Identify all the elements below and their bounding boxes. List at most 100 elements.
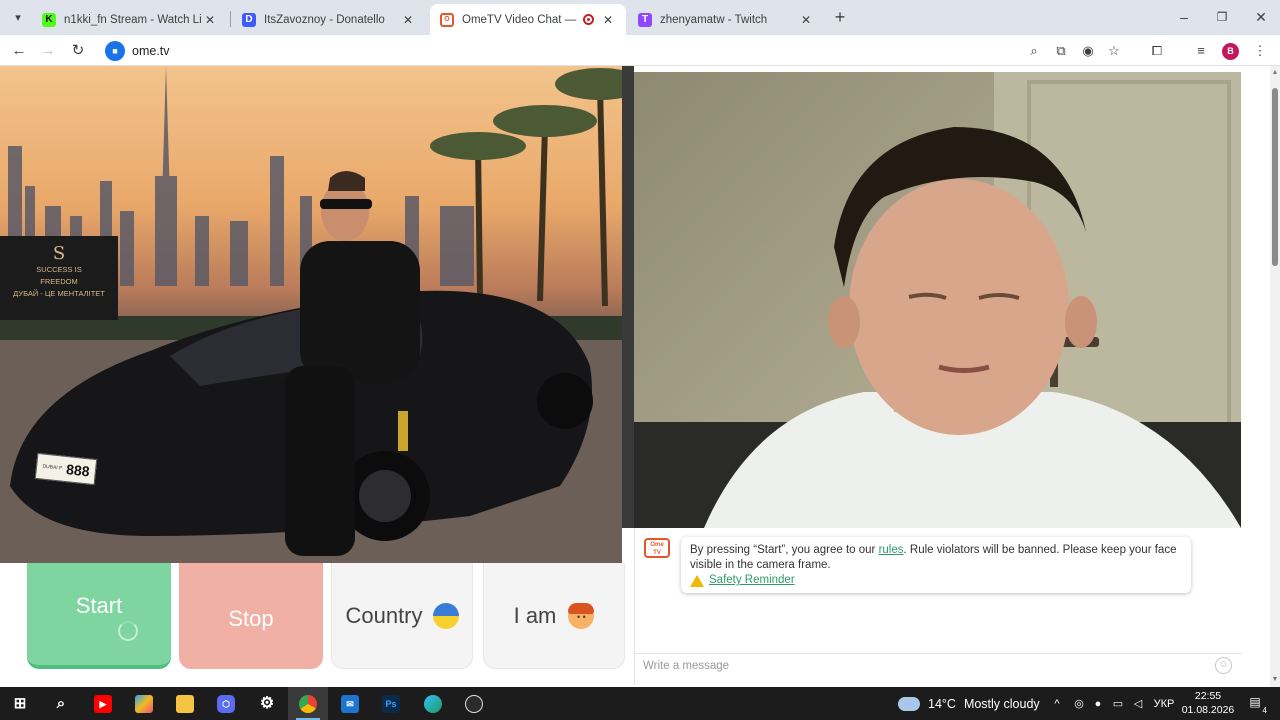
zoom-magnifier-icon[interactable]: ⌕ — [1024, 41, 1044, 61]
tab-search-chevron-icon[interactable]: ▾ — [8, 8, 28, 28]
settings-gear-icon[interactable]: ⚙ — [254, 691, 280, 717]
loading-spinner-icon — [118, 621, 138, 641]
kick-icon: K — [42, 12, 56, 27]
browser-toolbar: ← → ↻ ■ ome.tv ⌕ ⧉ ◉ ☆ ⧠ ≡ B ⋮ — [0, 35, 1280, 66]
search-icon[interactable]: ⌕ — [48, 691, 74, 717]
tray-app-icon[interactable]: ◎ — [1071, 696, 1087, 712]
safety-row: Safety Reminder — [690, 573, 1182, 588]
clock-time: 22:55 — [1194, 690, 1222, 702]
mail-app-icon[interactable]: ✉ — [337, 691, 363, 717]
donatello-icon: D — [242, 12, 256, 27]
tray-chevron-up-icon[interactable]: ^ — [1050, 696, 1064, 712]
close-window-icon[interactable]: ✕ — [1249, 6, 1273, 28]
weather-widget[interactable]: 14°C Mostly cloudy — [898, 687, 1040, 720]
tracking-eye-icon[interactable]: ◉ — [1078, 41, 1098, 61]
tab-strip: ▾ K n1kki_fn Stream - Watch Live o ✕ D I… — [0, 0, 1280, 35]
country-button[interactable]: Country — [331, 563, 473, 669]
battery-icon[interactable]: ▭ — [1110, 696, 1126, 712]
address-bar[interactable]: ■ ome.tv — [100, 39, 1135, 63]
tab-title: n1kki_fn Stream - Watch Live o — [64, 13, 202, 26]
obs-recorder-icon[interactable] — [461, 691, 487, 717]
tab-ometv[interactable]: O OmeTV Video Chat — Ome ✕ — [430, 4, 626, 35]
sign-logo: S — [52, 243, 66, 264]
cloud-moon-icon — [898, 696, 920, 711]
extensions-puzzle-icon[interactable]: ⧠ — [1147, 41, 1167, 61]
iam-label: I am — [513, 602, 557, 628]
edge-icon[interactable] — [420, 691, 446, 717]
page-scrollbar[interactable]: ▲ ▼ — [1270, 66, 1280, 687]
volume-icon[interactable]: ◁ — [1130, 696, 1146, 712]
tab-title: zhenyamatw - Twitch — [660, 13, 768, 26]
clock-date: 01.08.2026 — [1181, 704, 1235, 716]
windows-start-icon[interactable]: ⊞ — [7, 691, 33, 717]
scroll-thumb[interactable] — [1272, 88, 1278, 266]
notice-before: By pressing “Start”, you agree to our — [690, 544, 879, 556]
profile-avatar[interactable]: B — [1222, 43, 1239, 60]
cast-install-icon[interactable]: ⧉ — [1051, 41, 1071, 61]
microphone-icon[interactable]: ● — [1091, 696, 1105, 712]
back-arrow-icon[interactable]: ← — [8, 40, 30, 62]
close-tab-icon[interactable]: ✕ — [202, 13, 218, 27]
local-video: S SUCCESS IS FREEDOM ДУБАЙ - ЦЕ МЕНТАЛІТ… — [0, 66, 622, 563]
photoshop-icon[interactable]: Ps — [378, 691, 404, 717]
bookmark-star-icon[interactable]: ☆ — [1104, 41, 1124, 61]
ometv-page: S SUCCESS IS FREEDOM ДУБАЙ - ЦЕ МЕНТАЛІТ… — [0, 66, 1270, 687]
close-tab-icon[interactable]: ✕ — [798, 13, 814, 27]
sign-line: SUCCESS IS — [36, 265, 82, 274]
success-sign: S SUCCESS IS FREEDOM ДУБАЙ - ЦЕ МЕНТАЛІТ… — [0, 236, 118, 320]
rules-notice: By pressing “Start”, you agree to our ru… — [681, 537, 1191, 593]
taskbar-clock[interactable]: 22:55 01.08.2026 — [1180, 689, 1236, 717]
warning-icon — [690, 574, 704, 587]
emoji-smile-icon[interactable]: ☺ — [1215, 657, 1232, 674]
twitch-icon: T — [638, 12, 652, 27]
sign-line: FREEDOM — [40, 277, 78, 286]
reload-icon[interactable]: ↻ — [67, 40, 89, 62]
minimize-icon[interactable]: – — [1172, 6, 1196, 28]
plate-emirate: DUBAI P — [42, 463, 63, 472]
file-explorer-icon[interactable] — [172, 691, 198, 717]
new-tab-plus-icon[interactable]: + — [830, 7, 850, 27]
notification-center-icon[interactable]: ▤ 4 — [1246, 695, 1267, 715]
scroll-down-arrow-icon[interactable]: ▼ — [1270, 675, 1280, 685]
close-tab-icon[interactable]: ✕ — [400, 13, 416, 27]
partner-video — [634, 72, 1241, 528]
url-text: ome.tv — [132, 44, 170, 58]
tab-twitch[interactable]: T zhenyamatw - Twitch ✕ — [628, 4, 824, 35]
copilot-icon[interactable] — [131, 691, 157, 717]
tab-n1kki[interactable]: K n1kki_fn Stream - Watch Live o ✕ — [32, 4, 228, 35]
forward-arrow-icon[interactable]: → — [37, 40, 59, 62]
youtube-icon[interactable]: ▶ — [90, 691, 116, 717]
message-input[interactable]: Write a message ☺ — [635, 653, 1242, 679]
notification-count: 4 — [1262, 706, 1267, 715]
reading-list-icon[interactable]: ≡ — [1191, 41, 1211, 61]
chrome-icon[interactable] — [295, 691, 321, 717]
weather-temp: 14°C — [928, 696, 956, 711]
close-tab-icon[interactable]: ✕ — [600, 13, 616, 27]
site-info-camera-icon[interactable]: ■ — [105, 41, 125, 61]
safety-reminder-link[interactable]: Safety Reminder — [709, 573, 795, 588]
start-button[interactable]: Start — [27, 563, 171, 669]
gender-button[interactable]: I am — [483, 563, 625, 669]
recording-icon — [583, 14, 594, 25]
windows-taskbar: ⊞ ⌕ ▶ ⬡ ⚙ ✉ Ps 14°C Mostly cloudy ^ ◎ ● … — [0, 687, 1280, 720]
rules-link[interactable]: rules — [879, 544, 904, 556]
menu-kebab-icon[interactable]: ⋮ — [1250, 41, 1270, 61]
ometv-icon: O — [440, 12, 454, 27]
stop-button[interactable]: Stop — [179, 563, 323, 669]
message-placeholder: Write a message — [643, 660, 730, 672]
scroll-up-arrow-icon[interactable]: ▲ — [1270, 68, 1280, 78]
ukraine-flag-icon — [432, 602, 459, 629]
tab-donatello[interactable]: D ItsZavoznoy - Donatello ✕ — [232, 4, 426, 35]
language-indicator[interactable]: УКР — [1151, 696, 1177, 712]
start-label: Start — [75, 593, 123, 618]
stop-label: Stop — [228, 606, 274, 631]
plate-number: 888 — [65, 461, 91, 480]
tab-title: ItsZavoznoy - Donatello — [264, 13, 385, 26]
app-hexagon-icon[interactable]: ⬡ — [213, 691, 239, 717]
sign-line: ДУБАЙ - ЦЕ МЕНТАЛІТЕТ — [13, 289, 105, 298]
boy-emoji-icon — [568, 602, 595, 629]
maximize-icon[interactable]: ❐ — [1210, 6, 1234, 28]
partner-video-scene — [634, 72, 1241, 528]
notice-text: By pressing “Start”, you agree to our ru… — [690, 543, 1182, 573]
tab-divider — [230, 11, 231, 27]
